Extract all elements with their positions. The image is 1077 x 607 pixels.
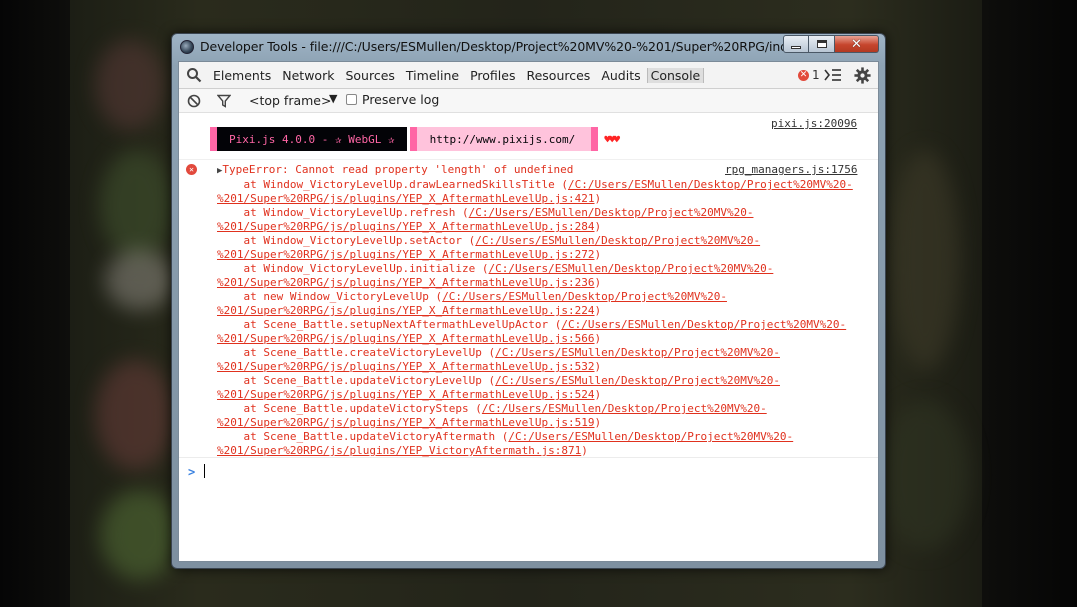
tab-timeline[interactable]: Timeline [406,68,459,83]
stack-frame-link-cont[interactable]: %201/Super%20RPG/js/plugins/YEP_X_Afterm… [217,332,595,345]
panel-tabs: Elements Network Sources Timeline Profil… [213,68,715,83]
stack-trace: ▶TypeError: Cannot read property 'length… [217,163,853,458]
close-button[interactable]: ✕ [835,35,879,53]
stack-frame-link[interactable]: /C:/Users/ESMullen/Desktop/Project%20MV%… [495,346,780,359]
stack-frame-link[interactable]: /C:/Users/ESMullen/Desktop/Project%20MV%… [568,178,853,191]
stack-frame-link-cont[interactable]: %201/Super%20RPG/js/plugins/YEP_X_Afterm… [217,276,595,289]
tab-resources[interactable]: Resources [526,68,590,83]
pixi-banner: Pixi.js 4.0.0 - ✰ WebGL ✰ http://www.pix… [210,127,620,151]
stack-frame: at Scene_Battle.createVictoryLevelUp (/C… [217,346,780,373]
frame-selector[interactable]: <top frame> [249,93,331,108]
preserve-log-label: Preserve log [362,92,440,107]
stack-frame: at Window_VictoryLevelUp.initialize (/C:… [217,262,774,289]
window-title: Developer Tools - file:///C:/Users/ESMul… [200,39,853,54]
preserve-log-checkbox[interactable]: Preserve log [346,92,439,107]
stack-frame: at Scene_Battle.updateVictoryLevelUp (/C… [217,374,780,401]
error-message: ✕ rpg_managers.js:1756 ▶TypeError: Canno… [179,159,878,458]
stack-frame-link-cont[interactable]: %201/Super%20RPG/js/plugins/YEP_X_Afterm… [217,360,595,373]
devtools-panel: Elements Network Sources Timeline Profil… [178,61,879,562]
close-icon: ✕ [851,36,862,52]
chevron-down-icon[interactable]: ▼ [329,92,337,105]
stack-frame-link[interactable]: /C:/Users/ESMullen/Desktop/Project%20MV%… [508,430,793,443]
stack-frame-call: at Scene_Battle.updateVictorySteps ( [243,402,482,415]
stack-frame-link-cont[interactable]: %201/Super%20RPG/js/plugins/YEP_X_Afterm… [217,220,595,233]
pixi-banner-hearts: ♥♥♥ [604,132,620,146]
minimize-button[interactable] [783,35,809,53]
stack-frame-link-cont[interactable]: %201/Super%20RPG/js/plugins/YEP_X_Afterm… [217,416,595,429]
stack-frame-call: at Scene_Battle.updateVictoryAftermath ( [243,430,509,443]
stack-frame-link[interactable]: /C:/Users/ESMullen/Desktop/Project%20MV%… [442,290,727,303]
error-text: TypeError: Cannot read property 'length'… [222,163,574,176]
prompt-chevron-icon: > [188,465,196,479]
stack-frame: at Scene_Battle.setupNextAftermathLevelU… [217,318,847,345]
stack-frame-link[interactable]: /C:/Users/ESMullen/Desktop/Project%20MV%… [469,206,754,219]
stack-frame-call: at Window_VictoryLevelUp.drawLearnedSkil… [243,178,569,191]
stack-frame-link[interactable]: /C:/Users/ESMullen/Desktop/Project%20MV%… [561,318,846,331]
stack-frame-link-cont[interactable]: %201/Super%20RPG/js/plugins/YEP_X_Afterm… [217,192,595,205]
tab-sources[interactable]: Sources [345,68,394,83]
stack-frame-call: at Window_VictoryLevelUp.refresh ( [243,206,469,219]
pixi-banner-url: http://www.pixijs.com/ [416,127,592,151]
stack-frame-call: at Scene_Battle.updateVictoryLevelUp ( [243,374,496,387]
stack-frame: at Scene_Battle.updateVictoryAftermath (… [217,430,794,457]
error-count: 1 [812,68,820,82]
stack-frame-call: at Window_VictoryLevelUp.setActor ( [243,234,476,247]
stack-frame-link[interactable]: /C:/Users/ESMullen/Desktop/Project%20MV%… [495,374,780,387]
stack-frame-link[interactable]: /C:/Users/ESMullen/Desktop/Project%20MV%… [482,402,767,415]
stack-frame-link[interactable]: /C:/Users/ESMullen/Desktop/Project%20MV%… [489,262,774,275]
maximize-icon [816,40,827,48]
tab-audits[interactable]: Audits [601,68,640,83]
stack-frame: at Scene_Battle.updateVictorySteps (/C:/… [217,402,767,429]
stack-frame: at Window_VictoryLevelUp.drawLearnedSkil… [217,178,853,205]
stack-frame-link-cont[interactable]: %201/Super%20RPG/js/plugins/YEP_X_Afterm… [217,304,595,317]
tab-elements[interactable]: Elements [213,68,271,83]
console-drawer-icon[interactable] [824,68,842,82]
checkbox[interactable] [346,94,357,105]
stack-frame-call: at new Window_VictoryLevelUp ( [243,290,443,303]
console-toolbar: <top frame> ▼ Preserve log [179,89,878,113]
maximize-button[interactable] [809,35,835,53]
stack-frame-call: at Scene_Battle.createVictoryLevelUp ( [243,346,496,359]
stack-frame: at new Window_VictoryLevelUp (/C:/Users/… [217,290,727,317]
error-icon: ✕ [798,69,809,81]
stack-frame-call: at Window_VictoryLevelUp.initialize ( [243,262,489,275]
stack-frame: at Window_VictoryLevelUp.setActor (/C:/U… [217,234,761,261]
error-counter[interactable]: ✕ 1 [798,68,820,82]
title-bar[interactable]: Developer Tools - file:///C:/Users/ESMul… [172,34,885,60]
error-icon: ✕ [186,164,197,175]
tab-network[interactable]: Network [282,68,334,83]
stack-frame: at Window_VictoryLevelUp.refresh (/C:/Us… [217,206,754,233]
stack-frame-link-cont[interactable]: %201/Super%20RPG/js/plugins/YEP_X_Afterm… [217,388,595,401]
stack-frame-call: at Scene_Battle.setupNextAftermathLevelU… [243,318,562,331]
main-toolbar: Elements Network Sources Timeline Profil… [179,62,878,89]
devtools-window: Developer Tools - file:///C:/Users/ESMul… [171,33,886,569]
devtools-app-icon [180,40,194,54]
source-link[interactable]: pixi.js:20096 [771,117,857,130]
console-input-cursor[interactable] [204,464,205,478]
stack-frame-link[interactable]: /C:/Users/ESMullen/Desktop/Project%20MV%… [475,234,760,247]
pixi-banner-text: Pixi.js 4.0.0 - ✰ WebGL ✰ [217,127,407,151]
tab-profiles[interactable]: Profiles [470,68,515,83]
search-icon[interactable] [186,67,202,83]
console-output[interactable]: pixi.js:20096 Pixi.js 4.0.0 - ✰ WebGL ✰ … [179,113,878,561]
stack-frame-link-cont[interactable]: %201/Super%20RPG/js/plugins/YEP_VictoryA… [217,444,581,457]
gear-icon[interactable] [854,67,871,84]
filter-icon[interactable] [217,94,231,108]
minimize-icon [791,45,801,49]
stack-frame-link-cont[interactable]: %201/Super%20RPG/js/plugins/YEP_X_Afterm… [217,248,595,261]
clear-console-icon[interactable] [187,94,201,108]
tab-console[interactable]: Console [646,68,705,83]
